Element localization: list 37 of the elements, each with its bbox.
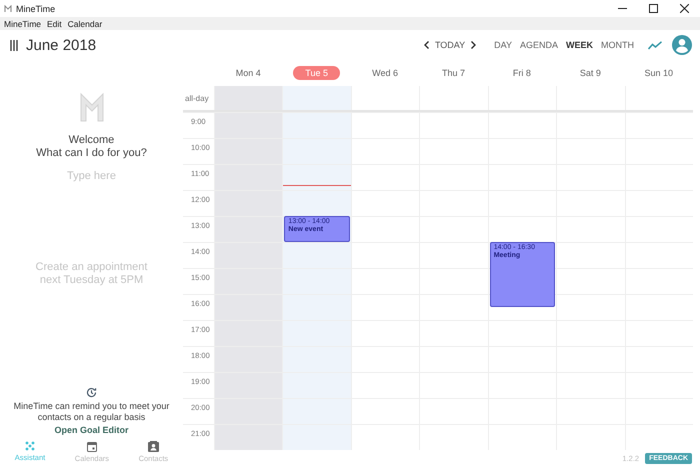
calendar-icon [86,441,97,452]
day-header[interactable]: Thu 7 [430,66,477,80]
trend-icon[interactable] [648,40,662,50]
view-tab[interactable]: AGENDA [520,40,558,50]
app-icon [4,4,12,12]
contact-card-icon [148,441,159,452]
goal-editor-link[interactable]: Open Goal Editor [54,425,128,435]
view-tab[interactable]: DAY [494,40,512,50]
close-icon[interactable] [680,4,689,13]
day-header[interactable]: Wed 6 [360,66,410,80]
chevron-right-icon[interactable] [471,41,476,49]
view-tab[interactable]: MONTH [601,40,634,50]
logo-icon [78,92,106,122]
today-button[interactable]: TODAY [434,40,466,50]
day-header[interactable]: Sat 9 [568,66,613,80]
menu-item[interactable]: Edit [47,18,62,28]
menu-icon[interactable] [10,40,18,50]
current-time-line [283,185,351,186]
menu-item[interactable]: Calendar [68,18,102,28]
chevron-left-icon[interactable] [424,41,429,49]
avatar-icon[interactable] [672,35,692,55]
month-title: June 2018 [26,36,98,54]
menu-item[interactable]: MineTime [4,18,41,28]
day-header[interactable]: Mon 4 [224,66,273,80]
window-title: MineTime [16,4,56,14]
assistant-input[interactable]: Type here [30,168,154,184]
day-header[interactable]: Sun 10 [632,66,686,80]
suggestion-text: Create an appointment next Tuesday at 5PM [34,261,148,287]
clock-icon [86,387,97,398]
reminder-text: MineTime can remind you to meet your contacts on a regular basis [12,401,170,423]
day-header[interactable]: Fri 8 [500,66,543,80]
question-text: What can I do for you? [36,147,147,160]
view-tab[interactable]: WEEK [566,40,593,50]
all-day-label: all-day [184,94,210,102]
greeting-text: Welcome [68,134,116,147]
maximize-icon[interactable] [649,4,658,13]
dots-icon [25,441,35,451]
